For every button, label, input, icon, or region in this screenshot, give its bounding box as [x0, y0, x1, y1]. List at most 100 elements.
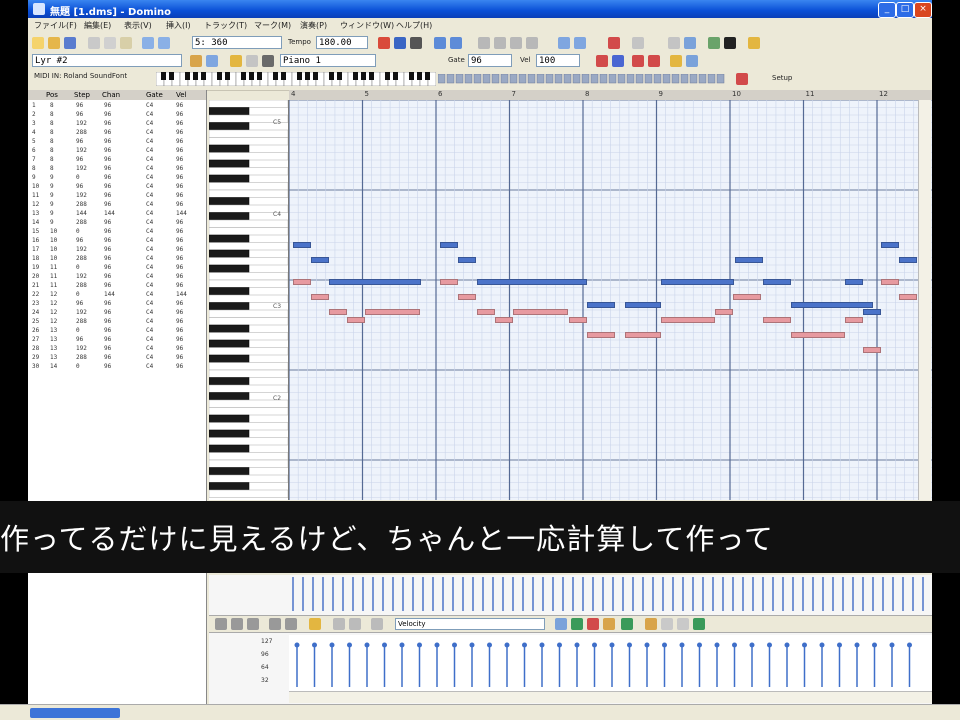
event-row[interactable]: 19 11 0 96 C4 96: [28, 264, 206, 273]
tempo-field[interactable]: 180.00: [316, 36, 368, 49]
event-row[interactable]: 5 8 96 96 C4 96: [28, 138, 206, 147]
event-row[interactable]: 27 13 96 96 C4 96: [28, 336, 206, 345]
event-row[interactable]: 13 9 144 144 C4 144: [28, 210, 206, 219]
column-vel[interactable]: Vel: [176, 91, 187, 99]
column-pos[interactable]: Pos: [46, 91, 58, 99]
event-row[interactable]: 9 9 0 96 C4 96: [28, 174, 206, 183]
column-gate[interactable]: Gate: [146, 91, 163, 99]
event-row[interactable]: 14 9 288 96 C4 96: [28, 219, 206, 228]
midi-note[interactable]: [495, 317, 513, 323]
measure-number[interactable]: 9: [659, 90, 663, 98]
measure-number[interactable]: 11: [806, 90, 815, 98]
q-red-icon[interactable]: [596, 55, 608, 67]
controller-add-icon[interactable]: [555, 618, 567, 630]
record-icon[interactable]: [378, 37, 390, 49]
midi-note[interactable]: [569, 317, 587, 323]
midi-note[interactable]: [587, 332, 615, 338]
menu-help[interactable]: ヘルプ(H): [396, 20, 432, 31]
meter-icon[interactable]: [708, 37, 720, 49]
draw-freehand-icon[interactable]: [247, 618, 259, 630]
midi-note[interactable]: [733, 294, 761, 300]
menu-file[interactable]: ファイル(F): [34, 20, 77, 31]
grid-icon[interactable]: [632, 37, 644, 49]
measure-number[interactable]: 12: [879, 90, 888, 98]
midi-note[interactable]: [625, 332, 661, 338]
event-row[interactable]: 7 8 96 96 C4 96: [28, 156, 206, 165]
monitor-icon[interactable]: [724, 37, 736, 49]
clear-icon[interactable]: [371, 618, 383, 630]
midi-note[interactable]: [440, 279, 458, 285]
midi-note[interactable]: [715, 309, 733, 315]
event-row[interactable]: 10 9 96 96 C4 96: [28, 183, 206, 192]
velocity-field[interactable]: 100: [536, 54, 580, 67]
measure-number[interactable]: 5: [365, 90, 369, 98]
gate-field[interactable]: 96: [468, 54, 512, 67]
controller-triangle-icon[interactable]: [571, 618, 583, 630]
event-row[interactable]: 15 10 0 96 C4 96: [28, 228, 206, 237]
menu-track[interactable]: トラック(T): [204, 20, 247, 31]
measure-number[interactable]: 4: [291, 90, 295, 98]
controller-apply-icon[interactable]: [693, 618, 705, 630]
controller-paste-icon[interactable]: [677, 618, 689, 630]
measure-number[interactable]: 6: [438, 90, 442, 98]
midi-note[interactable]: [763, 317, 791, 323]
menu-window[interactable]: ウィンドウ(W): [340, 20, 394, 31]
undo-icon[interactable]: [142, 37, 154, 49]
mute-icon[interactable]: [206, 55, 218, 67]
window-tile-icon[interactable]: [668, 37, 680, 49]
menu-edit[interactable]: 編集(E): [84, 20, 111, 31]
close-button[interactable]: ×: [914, 2, 932, 18]
maximize-button[interactable]: □: [896, 2, 914, 18]
midi-note[interactable]: [661, 279, 734, 285]
controller-copy-icon[interactable]: [661, 618, 673, 630]
link-icon[interactable]: [262, 55, 274, 67]
refresh-icon[interactable]: [684, 37, 696, 49]
open-folder-icon[interactable]: [48, 37, 60, 49]
eraser-tool-icon[interactable]: [510, 37, 522, 49]
draw-line-icon[interactable]: [215, 618, 227, 630]
note-grid[interactable]: [289, 100, 932, 500]
pen-icon[interactable]: [230, 55, 242, 67]
midi-note[interactable]: [458, 257, 476, 263]
quick-launch-icons[interactable]: [30, 708, 120, 718]
event-row[interactable]: 24 12 192 96 C4 96: [28, 309, 206, 318]
tool-icon[interactable]: [748, 37, 760, 49]
event-row[interactable]: 26 13 0 96 C4 96: [28, 327, 206, 336]
event-row[interactable]: 23 12 96 96 C4 96: [28, 300, 206, 309]
track-settings-icon[interactable]: [190, 55, 202, 67]
length-icon[interactable]: [632, 55, 644, 67]
event-row[interactable]: 3 8 192 96 C4 96: [28, 120, 206, 129]
event-row[interactable]: 1 8 96 96 C4 96: [28, 102, 206, 111]
midi-note[interactable]: [329, 279, 421, 285]
vertical-scrollbar[interactable]: [918, 100, 931, 500]
draw-step-icon[interactable]: [269, 618, 281, 630]
position-field[interactable]: 5: 360: [192, 36, 282, 49]
event-row[interactable]: 4 8 288 96 C4 96: [28, 129, 206, 138]
draw-ramp-icon[interactable]: [285, 618, 297, 630]
rectangle-select-icon[interactable]: [333, 618, 345, 630]
rewind-icon[interactable]: [434, 37, 446, 49]
midi-note[interactable]: [661, 317, 715, 323]
event-row[interactable]: 18 10 288 96 C4 96: [28, 255, 206, 264]
menu-mark[interactable]: マーク(M): [254, 20, 291, 31]
column-chan[interactable]: Chan: [102, 91, 120, 99]
event-row[interactable]: 12 9 288 96 C4 96: [28, 201, 206, 210]
midi-note[interactable]: [587, 302, 615, 308]
pencil-tool-icon[interactable]: [494, 37, 506, 49]
midi-note[interactable]: [311, 257, 329, 263]
event-row[interactable]: 20 11 192 96 C4 96: [28, 273, 206, 282]
new-file-icon[interactable]: [32, 37, 44, 49]
event-row[interactable]: 6 8 192 96 C4 96: [28, 147, 206, 156]
cut-icon[interactable]: [88, 37, 100, 49]
quantize-icon[interactable]: [608, 37, 620, 49]
midi-note[interactable]: [293, 242, 311, 248]
controller-meter-icon[interactable]: [621, 618, 633, 630]
event-row[interactable]: 16 10 96 96 C4 96: [28, 237, 206, 246]
event-row[interactable]: 28 13 192 96 C4 96: [28, 345, 206, 354]
midi-note[interactable]: [311, 294, 329, 300]
midi-note[interactable]: [845, 279, 863, 285]
midi-note[interactable]: [513, 309, 568, 315]
select-tool-icon[interactable]: [526, 37, 538, 49]
note-length-icon[interactable]: [648, 55, 660, 67]
midi-note[interactable]: [458, 294, 476, 300]
